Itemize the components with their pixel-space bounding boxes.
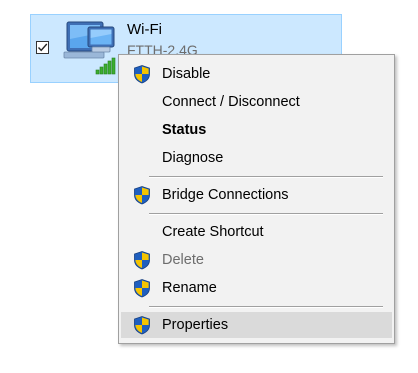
uac-shield-icon: [134, 186, 150, 205]
menu-item-create-shortcut[interactable]: Create Shortcut: [121, 219, 392, 245]
menu-separator: [149, 213, 383, 215]
menu-item-label: Delete: [162, 252, 204, 268]
menu-separator: [149, 306, 383, 308]
menu-item-bridge-connections[interactable]: Bridge Connections: [121, 182, 392, 208]
menu-item-label: Bridge Connections: [162, 187, 289, 203]
menu-item-label: Connect / Disconnect: [162, 94, 300, 110]
menu-item-label: Create Shortcut: [162, 224, 264, 240]
wireless-network-adapter-icon: [63, 21, 116, 75]
menu-item-connect-disconnect[interactable]: Connect / Disconnect: [121, 89, 392, 115]
uac-shield-icon: [134, 279, 150, 298]
signal-bars: [95, 57, 116, 75]
uac-shield-icon: [134, 251, 150, 270]
menu-item-rename[interactable]: Rename: [121, 275, 392, 301]
menu-item-disable[interactable]: Disable: [121, 61, 392, 87]
menu-item-delete: Delete: [121, 247, 392, 273]
uac-shield-icon: [134, 65, 150, 84]
menu-item-properties[interactable]: Properties: [121, 312, 392, 338]
menu-item-label: Disable: [162, 66, 211, 82]
menu-separator: [149, 176, 383, 178]
uac-shield-icon: [134, 316, 150, 335]
menu-item-status[interactable]: Status: [121, 117, 392, 143]
context-menu: Disable Connect / Disconnect Status Diag…: [118, 54, 395, 344]
menu-item-label: Properties: [162, 317, 229, 333]
menu-item-label: Diagnose: [162, 150, 224, 166]
menu-item-diagnose[interactable]: Diagnose: [121, 145, 392, 171]
adapter-checkbox[interactable]: [36, 41, 49, 54]
menu-item-label: Status: [162, 122, 207, 138]
adapter-name: Wi-Fi: [127, 21, 162, 38]
menu-item-label: Rename: [162, 280, 217, 296]
checkmark-icon: [37, 43, 48, 52]
